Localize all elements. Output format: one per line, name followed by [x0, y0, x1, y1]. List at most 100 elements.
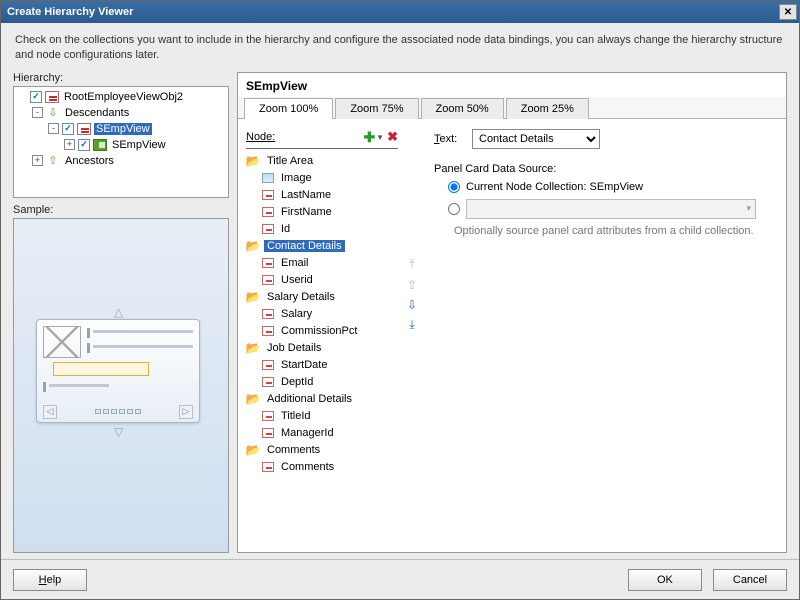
move-bottom-icon[interactable]: ⤓	[404, 317, 420, 333]
hierarchy-tree[interactable]: RootEmployeeViewObj2-Descendants-SEmpVie…	[13, 86, 229, 198]
pcd-hint: Optionally source panel card attributes …	[454, 225, 778, 237]
node-tree-item[interactable]: Comments	[246, 442, 398, 459]
editor-area: Node: ✚▼ ✖ Title Area Image LastName FirstN…	[238, 119, 786, 552]
node-tree-item[interactable]: ManagerId	[246, 425, 398, 442]
node-tree-item[interactable]: LastName	[246, 187, 398, 204]
expander-icon[interactable]: -	[32, 107, 43, 118]
node-label: Node:	[246, 131, 275, 143]
node-tree-item[interactable]: FirstName	[246, 204, 398, 221]
node-item-label: DeptId	[278, 376, 316, 388]
sample-card: ◁ ▷	[36, 319, 200, 423]
close-icon[interactable]: ✕	[779, 4, 797, 20]
node-tree-item[interactable]: DeptId	[246, 374, 398, 391]
left-column: Hierarchy: RootEmployeeViewObj2 -Descenda…	[13, 72, 229, 553]
node-tree-item[interactable]: Image	[246, 170, 398, 187]
sample-next-icon[interactable]: ▷	[179, 405, 193, 419]
hierarchy-item[interactable]: - SEmpView	[16, 121, 226, 137]
checkbox[interactable]	[30, 91, 42, 103]
node-tree-item[interactable]: Id	[246, 221, 398, 238]
tree-item-label: RootEmployeeViewObj2	[62, 91, 185, 103]
zoom-tab[interactable]: Zoom 75%	[335, 98, 418, 119]
pcd-current-label: Current Node Collection: SEmpView	[466, 181, 643, 193]
field-icon	[262, 360, 274, 370]
sample-label: Sample:	[13, 204, 229, 216]
field-icon	[262, 258, 274, 268]
field-icon	[262, 326, 274, 336]
node-tree-item[interactable]: Email	[246, 255, 398, 272]
hierarchy-item[interactable]: +Ancestors	[16, 153, 226, 169]
folder-icon	[246, 393, 260, 405]
checkbox[interactable]	[62, 123, 74, 135]
node-item-label: Salary	[278, 308, 315, 320]
expander-icon[interactable]: -	[48, 123, 59, 134]
zoom-tab[interactable]: Zoom 100%	[244, 98, 333, 119]
description-text: Check on the collections you want to inc…	[1, 23, 799, 72]
node-item-label: ManagerId	[278, 427, 337, 439]
reorder-arrows: ⤒ ⇧ ⇩ ⤓	[402, 129, 422, 544]
node-item-label: Additional Details	[264, 393, 355, 405]
sample-input	[53, 362, 149, 376]
ok-button[interactable]: OK	[628, 569, 702, 591]
hierarchy-item[interactable]: -Descendants	[16, 105, 226, 121]
delete-button[interactable]: ✖	[387, 129, 398, 145]
text-select[interactable]: Contact Details	[472, 129, 600, 149]
pcd-radio-child[interactable]	[448, 203, 460, 215]
move-down-icon[interactable]: ⇩	[404, 297, 420, 313]
node-item-label: Email	[278, 257, 312, 269]
node-item-label: Id	[278, 223, 293, 235]
pcd-child-select	[466, 199, 756, 219]
node-tree-item[interactable]: TitleId	[246, 408, 398, 425]
hierarchy-label: Hierarchy:	[13, 72, 229, 84]
sample-panel: △ ◁ ▷ ▽	[13, 218, 229, 553]
hierarchy-item[interactable]: + SEmpView	[16, 137, 226, 153]
zoom-tab[interactable]: Zoom 25%	[506, 98, 589, 119]
field-icon	[262, 377, 274, 387]
expander-icon[interactable]: +	[32, 155, 43, 166]
sample-prev-icon[interactable]: ◁	[43, 405, 57, 419]
node-tree-item[interactable]: Title Area	[246, 153, 398, 170]
cancel-button[interactable]: Cancel	[713, 569, 787, 591]
pcd-radio-current[interactable]	[448, 181, 460, 193]
help-button[interactable]: Help	[13, 569, 87, 591]
node-item-label: Comments	[264, 444, 323, 456]
hierarchy-item[interactable]: RootEmployeeViewObj2	[16, 89, 226, 105]
node-tree-item[interactable]: Contact Details	[246, 238, 398, 255]
node-item-label: Title Area	[264, 155, 316, 167]
move-up-icon: ⇧	[404, 277, 420, 293]
node-tree[interactable]: Title Area Image LastName FirstName Id Contac…	[246, 153, 398, 544]
tree-item-label: SEmpView	[110, 139, 168, 151]
checkbox[interactable]	[78, 139, 90, 151]
node-item-label: LastName	[278, 189, 334, 201]
folder-icon	[246, 444, 260, 456]
main-area: Hierarchy: RootEmployeeViewObj2 -Descenda…	[1, 72, 799, 559]
node-item-label: Salary Details	[264, 291, 338, 303]
anc-icon	[46, 155, 60, 167]
expander-icon[interactable]: +	[64, 139, 75, 150]
node-tree-item[interactable]: StartDate	[246, 357, 398, 374]
field-icon	[262, 190, 274, 200]
node-tree-item[interactable]: Salary	[246, 306, 398, 323]
node-tree-item[interactable]: Userid	[246, 272, 398, 289]
folder-icon	[246, 240, 260, 252]
tree-item-label: SEmpView	[94, 123, 152, 135]
node-item-label: TitleId	[278, 410, 314, 422]
node-item-label: StartDate	[278, 359, 330, 371]
node-item-label: Job Details	[264, 342, 324, 354]
hier-icon	[77, 123, 91, 135]
node-tree-item[interactable]: Comments	[246, 459, 398, 476]
move-top-icon: ⤒	[404, 257, 420, 273]
field-icon	[262, 428, 274, 438]
nudge-up-icon: △	[114, 305, 123, 319]
node-tree-item[interactable]: CommissionPct	[246, 323, 398, 340]
node-tree-item[interactable]: Salary Details	[246, 289, 398, 306]
field-icon	[262, 224, 274, 234]
node-item-label: FirstName	[278, 206, 335, 218]
sample-pager	[95, 409, 141, 414]
sample-image-placeholder	[43, 326, 81, 358]
node-tree-item[interactable]: Job Details	[246, 340, 398, 357]
zoom-tab[interactable]: Zoom 50%	[421, 98, 504, 119]
add-button[interactable]: ✚▼	[363, 129, 384, 146]
node-item-label: Contact Details	[264, 240, 345, 252]
node-tree-item[interactable]: Additional Details	[246, 391, 398, 408]
node-item-label: Comments	[278, 461, 337, 473]
